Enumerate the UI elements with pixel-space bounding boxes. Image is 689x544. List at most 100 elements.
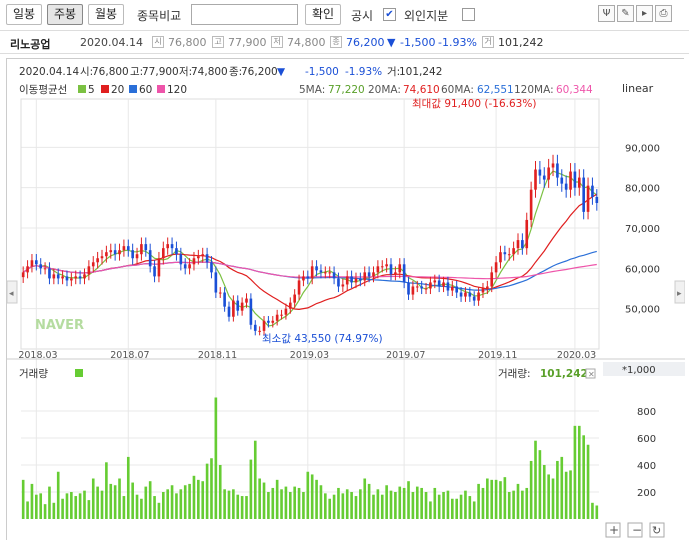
candle-body xyxy=(450,286,454,291)
candle-body xyxy=(337,278,340,287)
info-change: -1,500 xyxy=(400,36,436,49)
ma60-legend-label: 60 xyxy=(139,84,152,96)
price-tick-label: 60,000 xyxy=(625,264,660,275)
candle-body xyxy=(118,250,121,255)
fork-icon[interactable]: Ψ xyxy=(598,5,615,22)
candle-body xyxy=(582,177,585,212)
candle-body xyxy=(96,258,99,263)
ma20-legend-label: 20 xyxy=(111,84,124,96)
volume-bar xyxy=(39,493,43,519)
compare-input[interactable] xyxy=(191,4,298,25)
candle-body xyxy=(70,278,73,281)
volume-bar xyxy=(249,459,253,519)
confirm-button[interactable]: 확인 xyxy=(305,4,341,25)
volume-bar xyxy=(394,492,397,519)
volume-bar xyxy=(267,492,270,519)
candle-body xyxy=(87,266,91,275)
volume-bar xyxy=(464,490,467,519)
volume-unit-label: *1,000 xyxy=(622,365,656,376)
volume-bar xyxy=(516,483,520,519)
candle-body xyxy=(499,252,502,263)
candle-body xyxy=(424,288,428,290)
candle-body xyxy=(472,296,476,301)
foreign-ownership-checkbox[interactable] xyxy=(462,8,475,21)
ohlc-volume: 101,242 xyxy=(399,66,442,78)
volume-bar xyxy=(446,490,450,519)
candle-body xyxy=(175,248,178,255)
ma60-value-label: 60MA: xyxy=(441,84,474,96)
ohlc-change-arrow: ▼ xyxy=(277,66,286,78)
volume-bar xyxy=(109,483,113,519)
candle-body xyxy=(481,288,485,293)
candle-body xyxy=(595,196,599,203)
volume-bar xyxy=(573,425,577,519)
candle-body xyxy=(284,308,288,315)
info-close: 76,200 xyxy=(346,36,385,49)
pencil-icon[interactable]: ✎ xyxy=(617,5,634,22)
volume-bar xyxy=(477,483,480,519)
scale-mode-label[interactable]: linear xyxy=(622,82,654,95)
ma60-value: 62,551 xyxy=(477,84,514,96)
volume-bar xyxy=(135,494,139,519)
volume-bar xyxy=(70,492,73,519)
ma120-value-label: 120MA: xyxy=(514,84,554,96)
print-icon[interactable]: ⎙ xyxy=(655,5,672,22)
volume-bar xyxy=(534,440,537,519)
volume-bar xyxy=(319,485,323,519)
volume-bar xyxy=(345,489,349,519)
volume-bar xyxy=(280,489,283,519)
volume-legend-swatch xyxy=(75,369,83,377)
candle-body xyxy=(376,266,380,273)
candle-body xyxy=(78,276,82,279)
candle-body xyxy=(359,278,362,281)
candle-body xyxy=(267,320,270,323)
volume-bar xyxy=(402,487,406,519)
volume-bar xyxy=(210,458,213,519)
candle-body xyxy=(345,276,349,285)
weekly-button[interactable]: 주봉 xyxy=(47,4,83,25)
candle-body xyxy=(30,260,34,267)
candle-body xyxy=(534,169,537,190)
candle-body xyxy=(560,177,564,184)
volume-bar xyxy=(564,471,568,519)
candle-body xyxy=(214,272,218,293)
candle-body xyxy=(56,274,60,279)
candle-body xyxy=(328,272,332,274)
candle-body xyxy=(411,286,415,295)
volume-tick-label: 600 xyxy=(637,434,656,445)
volume-bar xyxy=(354,496,358,519)
candle-body xyxy=(280,314,283,316)
stock-chart[interactable]: 2020.04.14 시: 76,800 고: 77,900 저: 74,800… xyxy=(6,59,686,541)
volume-bar xyxy=(315,479,318,519)
candle-body xyxy=(538,169,542,176)
volume-bar xyxy=(398,486,402,519)
volume-bar xyxy=(591,502,594,519)
candle-body xyxy=(113,250,117,255)
volume-bar xyxy=(376,489,380,519)
volume-bar xyxy=(100,490,104,519)
volume-bar xyxy=(293,486,296,519)
candle-body xyxy=(521,240,524,249)
candle-body xyxy=(503,252,507,255)
volume-bar xyxy=(420,487,423,519)
candle-body xyxy=(486,286,489,289)
volume-bar xyxy=(560,456,564,519)
volume-bar xyxy=(157,502,161,519)
daily-button[interactable]: 일봉 xyxy=(6,4,42,25)
disclosure-checkbox[interactable]: ✔ xyxy=(383,8,396,21)
candle-body xyxy=(389,264,393,275)
monthly-button[interactable]: 월봉 xyxy=(88,4,124,25)
candle-body xyxy=(240,302,244,311)
volume-bar xyxy=(275,479,279,519)
candle-body xyxy=(232,300,235,317)
ma20-value-label: 20MA: xyxy=(368,84,401,96)
candle-body xyxy=(394,272,397,275)
volume-bar xyxy=(170,485,174,519)
volume-bar xyxy=(284,486,288,519)
volume-bar xyxy=(494,479,498,519)
volume-bar xyxy=(337,487,340,519)
cursor-icon[interactable]: ▸ xyxy=(636,5,653,22)
candle-body xyxy=(573,171,577,188)
candle-body xyxy=(253,324,257,331)
plus-icon: + xyxy=(609,523,619,537)
